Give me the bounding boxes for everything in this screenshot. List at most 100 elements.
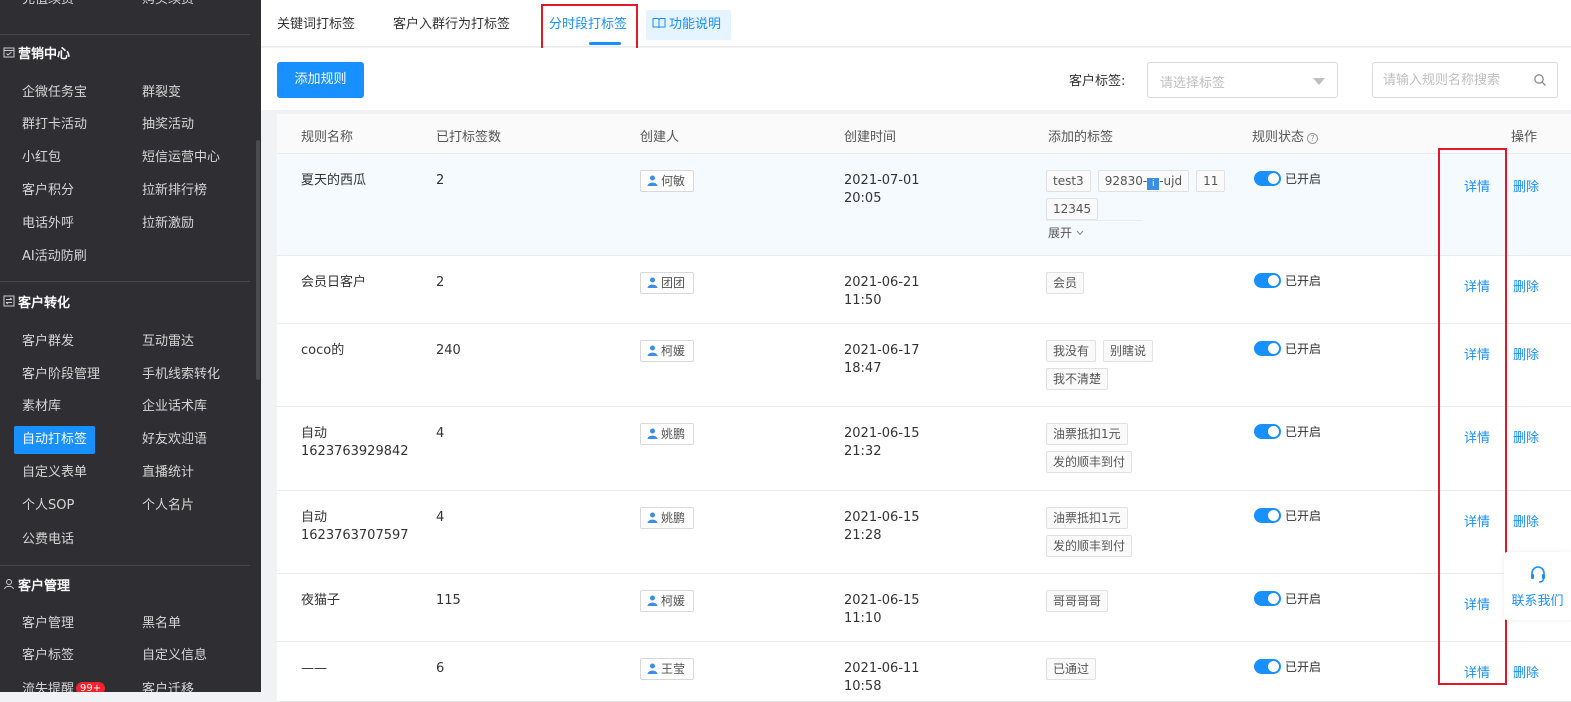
- status-text: 已开启: [1285, 592, 1322, 606]
- status-toggle[interactable]: [1254, 341, 1281, 356]
- col-added-tags: 添加的标签: [1048, 130, 1114, 145]
- tag-chip: 哥哥哥哥: [1046, 590, 1109, 612]
- toolbar: 添加规则 客户标签: 请选择标签: [261, 48, 1571, 110]
- tagged-count: 115: [436, 593, 461, 608]
- status-toggle[interactable]: [1254, 591, 1281, 606]
- rule-search-input[interactable]: [1383, 71, 1523, 89]
- sidebar-item-live-stats[interactable]: 直播统计: [134, 459, 202, 487]
- status-header-text: 规则状态: [1252, 130, 1305, 145]
- person-icon: [647, 428, 658, 439]
- created-clock: 21:28: [844, 528, 882, 543]
- question-circle-icon[interactable]: ?: [1307, 133, 1319, 144]
- tagged-count: 240: [436, 343, 461, 358]
- customer-tag-filter-label: 客户标签:: [1069, 74, 1126, 89]
- expand-tags-toggle[interactable]: 展开: [1048, 224, 1084, 241]
- tag-chip: 油票抵扣1元: [1046, 423, 1128, 445]
- creator-chip: 团团: [640, 272, 695, 294]
- rule-name-suffix: 1623763707597: [301, 528, 409, 543]
- search-icon[interactable]: [1533, 73, 1547, 87]
- help-button[interactable]: 功能说明: [646, 10, 732, 40]
- sidebar-item-group-checkin[interactable]: 群打卡活动: [14, 111, 95, 139]
- rule-search-box[interactable]: [1372, 62, 1558, 98]
- sidebar-item-script-lib[interactable]: 企业话术库: [134, 393, 215, 421]
- status-toggle[interactable]: [1254, 424, 1281, 439]
- sidebar-item-customer-manage[interactable]: 客户管理: [14, 610, 82, 638]
- status-toggle[interactable]: [1254, 659, 1281, 674]
- delete-link[interactable]: 删除: [1513, 427, 1539, 446]
- status-toggle[interactable]: [1254, 508, 1281, 523]
- add-rule-button[interactable]: 添加规则: [277, 62, 364, 98]
- delete-link[interactable]: 删除: [1513, 511, 1539, 530]
- sidebar-item-radar[interactable]: 互动雷达: [134, 328, 202, 356]
- sidebar-item-custom-info[interactable]: 自定义信息: [134, 642, 215, 670]
- sidebar-item-lead-convert[interactable]: 手机线索转化: [134, 361, 228, 389]
- rule-status: 已开启: [1254, 340, 1321, 357]
- tag-chip-suffix: -ujd: [1159, 174, 1183, 188]
- sidebar-item-business-card[interactable]: 个人名片: [134, 492, 202, 520]
- contact-us-widget[interactable]: 联系我们: [1504, 552, 1571, 620]
- sidebar-item-public-phone[interactable]: 公费电话: [14, 526, 82, 554]
- col-tagged-count: 已打标签数: [436, 130, 502, 145]
- rule-status: 已开启: [1254, 590, 1321, 607]
- sidebar-item-purchase[interactable]: 购买续费: [134, 0, 202, 14]
- table-row: —— 6 王莹 2021-06-11 10:58 已通过 已开启 详情 删除: [277, 642, 1571, 702]
- help-label: 功能说明: [669, 17, 722, 32]
- tab-join-group-tagging[interactable]: 客户入群行为打标签: [393, 0, 510, 47]
- col-rule-name: 规则名称: [301, 130, 354, 145]
- sidebar-item-loss-alert[interactable]: 流失提醒 99+: [14, 676, 113, 692]
- sidebar-item-invite-reward[interactable]: 拉新激励: [134, 210, 202, 238]
- tagged-count: 4: [436, 510, 445, 525]
- tag-list: 哥哥哥哥: [1046, 590, 1246, 618]
- delete-link[interactable]: 删除: [1513, 344, 1539, 363]
- rule-name: 夏天的西瓜: [301, 173, 367, 188]
- delete-link[interactable]: 删除: [1513, 276, 1539, 295]
- sidebar-item-mass-send[interactable]: 客户群发: [14, 328, 82, 356]
- tag-chip: 12345: [1046, 198, 1099, 220]
- created-clock: 11:50: [844, 293, 882, 308]
- sidebar-item-recharge[interactable]: 充值续费: [14, 0, 82, 14]
- rule-name: coco的: [301, 343, 345, 358]
- tagged-count: 2: [436, 173, 445, 188]
- sidebar-item-auto-tag[interactable]: 自动打标签: [14, 426, 96, 454]
- tag-chip: 发的顺丰到付: [1046, 451, 1133, 473]
- table-row: coco的 240 柯媛 2021-06-17 18:47 我没有 别瞎说我不清楚…: [277, 324, 1571, 407]
- sidebar-item-customer-points[interactable]: 客户积分: [14, 177, 82, 205]
- sidebar-item-red-packet[interactable]: 小红包: [14, 144, 69, 172]
- tag-chip: 发的顺丰到付: [1046, 535, 1133, 557]
- sidebar-item-material-lib[interactable]: 素材库: [14, 393, 69, 421]
- delete-link[interactable]: 删除: [1513, 662, 1539, 681]
- sidebar-item-group-fission[interactable]: 群裂变: [134, 79, 189, 107]
- sidebar-scrollbar[interactable]: [256, 140, 260, 380]
- col-creator: 创建人: [640, 130, 680, 145]
- customer-tag-select[interactable]: 请选择标签: [1147, 62, 1338, 98]
- status-text: 已开启: [1285, 425, 1322, 439]
- sidebar-item-lottery[interactable]: 抽奖活动: [134, 111, 202, 139]
- delete-link[interactable]: 删除: [1513, 176, 1539, 195]
- creator-name: 柯媛: [661, 594, 686, 608]
- rule-name: 夜猫子: [301, 593, 341, 608]
- sidebar-divider: [0, 281, 250, 282]
- status-text: 已开启: [1285, 342, 1322, 356]
- section-customer-manage[interactable]: 客户管理: [0, 575, 70, 599]
- sidebar-item-welcome-msg[interactable]: 好友欢迎语: [134, 426, 215, 454]
- sidebar-item-personal-sop[interactable]: 个人SOP: [14, 492, 82, 520]
- table-header: 规则名称 已打标签数 创建人 创建时间 添加的标签 规则状态? 操作: [277, 114, 1571, 154]
- sidebar-item-custom-form[interactable]: 自定义表单: [14, 459, 95, 487]
- main-content: 关键词打标签 客户入群行为打标签 分时段打标签 功能说明 添加规则 客户标签: …: [261, 0, 1571, 702]
- person-icon: [647, 663, 658, 674]
- sidebar-item-sms-center[interactable]: 短信运营中心: [134, 144, 228, 172]
- tab-keyword-tagging[interactable]: 关键词打标签: [277, 0, 355, 47]
- status-toggle[interactable]: [1254, 273, 1281, 288]
- status-toggle[interactable]: [1254, 171, 1281, 186]
- sidebar-item-customer-transfer[interactable]: 客户迁移: [134, 676, 202, 692]
- sidebar-item-stage-manage[interactable]: 客户阶段管理: [14, 361, 108, 389]
- sidebar-item-customer-tags[interactable]: 客户标签: [14, 642, 82, 670]
- section-conversion[interactable]: 客户转化: [0, 292, 70, 316]
- section-marketing[interactable]: 营销中心: [0, 43, 70, 67]
- sidebar-item-ai-anti-fraud[interactable]: AI活动防刷: [14, 243, 95, 271]
- count-badge: 99+: [76, 682, 106, 692]
- sidebar-item-blacklist[interactable]: 黑名单: [134, 610, 189, 638]
- sidebar-item-task-treasure[interactable]: 企微任务宝: [14, 79, 95, 107]
- sidebar-item-invite-ranking[interactable]: 拉新排行榜: [134, 177, 215, 205]
- sidebar-item-phone-call[interactable]: 电话外呼: [14, 210, 82, 238]
